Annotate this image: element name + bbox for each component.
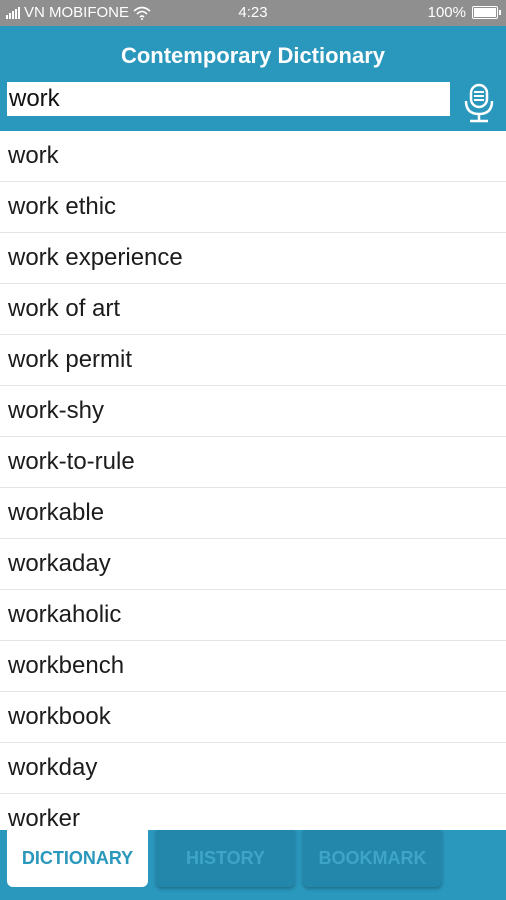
results-list[interactable]: work work ethic work experience work of art… bbox=[0, 131, 506, 830]
result-item[interactable]: work bbox=[0, 131, 506, 182]
result-item[interactable]: workbench bbox=[0, 641, 506, 692]
result-item[interactable]: work experience bbox=[0, 233, 506, 284]
result-item[interactable]: workaholic bbox=[0, 590, 506, 641]
battery-percent: 100% bbox=[427, 4, 466, 21]
result-item[interactable]: workbook bbox=[0, 692, 506, 743]
tab-history[interactable]: HISTORY bbox=[156, 830, 295, 887]
tab-dictionary[interactable]: DICTIONARY bbox=[7, 830, 148, 887]
result-item[interactable]: work-to-rule bbox=[0, 437, 506, 488]
result-item[interactable]: workday bbox=[0, 743, 506, 794]
microphone-icon[interactable] bbox=[462, 82, 496, 124]
search-input[interactable] bbox=[7, 82, 450, 116]
app-header: Contemporary Dictionary bbox=[0, 26, 506, 131]
result-item[interactable]: work ethic bbox=[0, 182, 506, 233]
result-item[interactable]: work permit bbox=[0, 335, 506, 386]
result-item[interactable]: workable bbox=[0, 488, 506, 539]
status-right: 100% bbox=[427, 4, 501, 21]
tab-bookmark[interactable]: BOOKMARK bbox=[303, 830, 442, 887]
status-bar: VN MOBIFONE 4:23 100% bbox=[0, 0, 506, 26]
result-item[interactable]: work of art bbox=[0, 284, 506, 335]
result-item[interactable]: worker bbox=[0, 794, 506, 830]
bottom-tab-bar: DICTIONARY HISTORY BOOKMARK bbox=[0, 830, 506, 900]
result-item[interactable]: workaday bbox=[0, 539, 506, 590]
app-title: Contemporary Dictionary bbox=[120, 43, 386, 68]
battery-icon bbox=[472, 6, 501, 19]
result-item[interactable]: work-shy bbox=[0, 386, 506, 437]
